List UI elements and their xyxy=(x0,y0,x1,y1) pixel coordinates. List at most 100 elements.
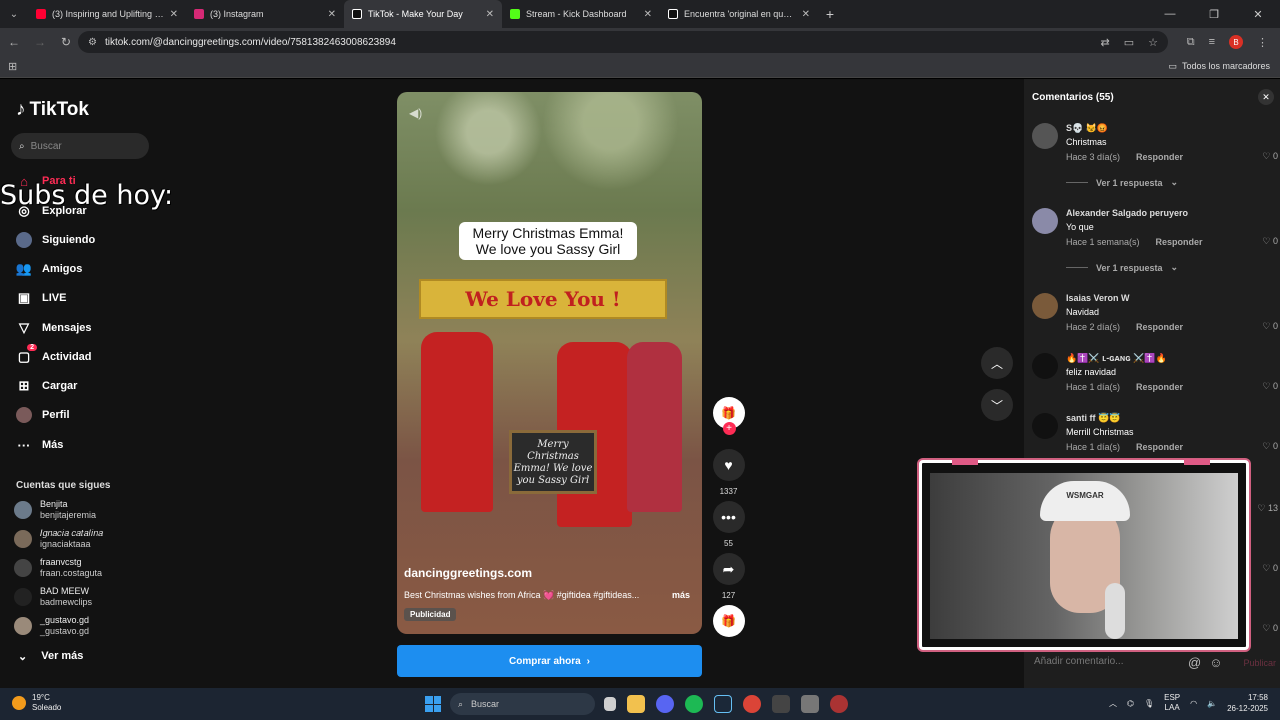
comment-author[interactable]: 🔥✝️⚔️ ʟ-ɢᴀɴɢ ⚔️✝️🔥 xyxy=(1066,353,1167,364)
cast-icon[interactable]: ▭ xyxy=(1124,36,1134,49)
reply-button[interactable]: Responder xyxy=(1136,152,1183,162)
reload-icon[interactable]: ↻ xyxy=(54,35,78,49)
tab-close-icon[interactable]: ✕ xyxy=(486,9,494,20)
weather-widget[interactable]: 19°C Soleado xyxy=(12,693,61,713)
nav-cargar[interactable]: ⊞ Cargar xyxy=(16,378,156,394)
nav-perfil[interactable]: Perfil xyxy=(16,407,156,423)
all-bookmarks-button[interactable]: ▭ Todos los marcadores xyxy=(1168,61,1270,72)
like-button[interactable]: ♥ 1337 xyxy=(712,449,745,496)
nav-amigos[interactable]: 👥 Amigos xyxy=(16,261,156,277)
share-button[interactable]: ➦ 127 xyxy=(712,553,745,600)
file-explorer-icon[interactable] xyxy=(627,695,645,713)
comment-like[interactable]: ♡ 0 xyxy=(1262,623,1278,634)
comment-input[interactable]: Añadir comentario... xyxy=(1034,656,1124,667)
view-replies-button[interactable]: Ver 1 respuesta ⌄ xyxy=(1066,177,1178,188)
mic-icon[interactable]: 🎙 xyxy=(1144,699,1154,708)
video-author[interactable]: dancinggreetings.com xyxy=(404,566,532,580)
account-item[interactable]: Benjita benjitajeremia xyxy=(14,499,96,521)
tab-tiktok[interactable]: TikTok - Make Your Day ✕ xyxy=(344,0,502,28)
reply-button[interactable]: Responder xyxy=(1136,382,1183,392)
nav-actividad[interactable]: ▢ 2 Actividad xyxy=(16,344,156,365)
buy-now-button[interactable]: Comprar ahora › xyxy=(397,645,702,677)
comment-author[interactable]: Alexander Salgado peruyero xyxy=(1066,208,1188,218)
back-icon[interactable]: ← xyxy=(2,35,26,49)
view-replies-button[interactable]: Ver 1 respuesta ⌄ xyxy=(1066,262,1178,273)
emoji-icon[interactable]: ☺ xyxy=(1209,655,1222,670)
new-tab-button[interactable]: + xyxy=(818,6,842,22)
profile-avatar[interactable]: B xyxy=(1229,35,1243,49)
chrome-icon[interactable] xyxy=(743,695,761,713)
follow-plus-icon[interactable]: + xyxy=(722,422,736,435)
nav-live[interactable]: ▣ LIVE xyxy=(16,290,156,306)
close-comments-icon[interactable]: ✕ xyxy=(1258,89,1274,105)
volume-icon[interactable]: 🔈 xyxy=(1207,699,1217,708)
mention-icon[interactable]: @ xyxy=(1188,655,1201,670)
bookmark-star-icon[interactable]: ☆ xyxy=(1148,36,1158,49)
tab-close-icon[interactable]: ✕ xyxy=(170,9,178,20)
task-view-icon[interactable] xyxy=(604,697,616,711)
reply-button[interactable]: Responder xyxy=(1136,322,1183,332)
account-item[interactable]: 𝐼𝑔𝑛𝑎𝑐𝑖𝑎 𝑐𝑎𝑡𝑎𝑙𝑖𝑛𝑎 ignaciaktaaa xyxy=(14,528,103,550)
comment-button[interactable]: ••• 55 xyxy=(712,501,745,548)
comment-author[interactable]: S💀 😼😡 xyxy=(1066,123,1108,134)
forward-icon[interactable]: → xyxy=(28,35,52,49)
tab-instagram[interactable]: (3) Instagram ✕ xyxy=(186,0,344,28)
chevron-up-icon[interactable]: ︿ xyxy=(1109,698,1117,709)
restore-icon[interactable]: ❐ xyxy=(1192,8,1236,21)
app-icon[interactable] xyxy=(830,695,848,713)
next-video-button[interactable]: ﹀ xyxy=(981,389,1013,421)
comment-like[interactable]: ♡ 0 xyxy=(1262,381,1278,392)
nav-mas[interactable]: ··· Más xyxy=(16,437,156,453)
post-comment-button[interactable]: Publicar xyxy=(1243,658,1276,668)
steam-icon[interactable] xyxy=(714,695,732,713)
search-input[interactable]: ⌕ Buscar xyxy=(11,133,149,159)
tab-close-icon[interactable]: ✕ xyxy=(328,9,336,20)
tab-youtube[interactable]: (3) Inspiring and Uplifting Backg ✕ xyxy=(28,0,186,28)
comment-like[interactable]: ♡ 0 xyxy=(1262,236,1278,247)
app-icon[interactable] xyxy=(772,695,790,713)
comment-like[interactable]: ♡ 0 xyxy=(1262,441,1278,452)
reply-button[interactable]: Responder xyxy=(1156,237,1203,247)
comment-like[interactable]: ♡ 0 xyxy=(1262,563,1278,574)
app-icon[interactable] xyxy=(801,695,819,713)
comment-like[interactable]: ♡ 0 xyxy=(1262,321,1278,332)
avatar[interactable] xyxy=(1032,413,1058,439)
reply-button[interactable]: Responder xyxy=(1136,442,1183,452)
account-item[interactable]: _gustavo.gd _gustavo.gd xyxy=(14,615,89,637)
see-more-button[interactable]: ⌄ Ver más xyxy=(18,650,83,663)
discord-icon[interactable] xyxy=(656,695,674,713)
previous-video-button[interactable]: ︿ xyxy=(981,347,1013,379)
extensions-icon[interactable]: ⧉ xyxy=(1187,36,1195,49)
comment-author[interactable]: Isaias Veron W xyxy=(1066,293,1130,303)
sound-disc-button[interactable]: 🎁 xyxy=(712,605,745,637)
comment-author[interactable]: santi ff 😇😇 xyxy=(1066,413,1120,424)
avatar[interactable] xyxy=(1032,123,1058,149)
avatar[interactable] xyxy=(1032,208,1058,234)
close-window-icon[interactable]: ✕ xyxy=(1236,8,1280,21)
tab-close-icon[interactable]: ✕ xyxy=(802,9,810,20)
tab-search-icon[interactable]: ⌄ xyxy=(0,0,28,28)
tab-tiktok-search[interactable]: Encuentra 'original en que aspe ✕ xyxy=(660,0,818,28)
spotify-icon[interactable] xyxy=(685,695,703,713)
site-info-icon[interactable]: ⚙ xyxy=(88,37,97,48)
avatar[interactable] xyxy=(1032,293,1058,319)
creator-avatar-button[interactable]: 🎁 + xyxy=(712,397,745,435)
nav-siguiendo[interactable]: Siguiendo xyxy=(16,232,156,248)
comment-like[interactable]: ♡ 13 xyxy=(1257,503,1278,514)
account-item[interactable]: fraanvcstg fraan.costaguta xyxy=(14,557,102,579)
url-bar[interactable]: ⚙ tiktok.com/@dancinggreetings.com/video… xyxy=(78,31,1168,53)
minimize-icon[interactable]: — xyxy=(1148,8,1192,21)
start-button[interactable] xyxy=(425,696,441,712)
language-indicator[interactable]: ESP LAA xyxy=(1164,693,1180,713)
more-link[interactable]: más xyxy=(672,590,690,600)
network-icon[interactable]: ⌬ xyxy=(1127,699,1134,708)
media-icon[interactable]: ≡ xyxy=(1209,36,1215,48)
video-player[interactable]: ◀) Merry Christmas Emma! We love you Sas… xyxy=(397,92,702,634)
taskbar-search[interactable]: ⌕ Buscar xyxy=(450,693,595,715)
translate-icon[interactable]: ⇄ xyxy=(1101,36,1110,49)
avatar[interactable] xyxy=(1032,353,1058,379)
wifi-icon[interactable]: ◠ xyxy=(1190,699,1197,708)
tab-close-icon[interactable]: ✕ xyxy=(644,9,652,20)
clock[interactable]: 17:58 26-12-2025 xyxy=(1227,692,1268,714)
tiktok-logo[interactable]: ♪ TikTok xyxy=(16,99,89,121)
